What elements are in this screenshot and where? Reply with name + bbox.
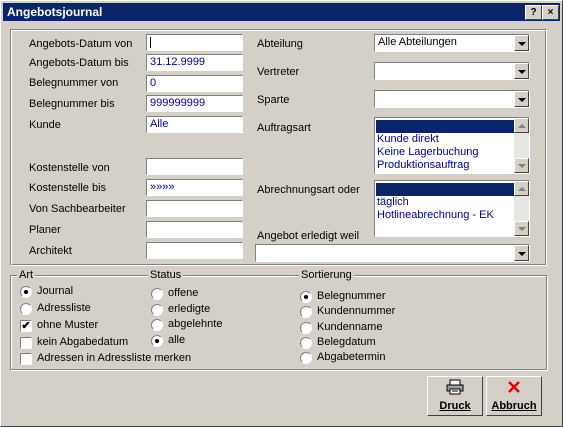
scrollbar[interactable] (514, 118, 529, 173)
erledigt-label: Angebot erledigt weil (257, 230, 360, 242)
erledigt-select[interactable] (255, 244, 530, 262)
art-legend: Art (17, 269, 36, 281)
scrollbar[interactable] (514, 181, 529, 236)
auftragsart-listbox[interactable]: Kunde direkt Keine Lagerbuchung Produkti… (374, 117, 530, 174)
checkbox-ohne-muster[interactable]: ✔ (20, 320, 32, 332)
kostenstelle-bis-label: Kostenstelle bis (29, 182, 107, 194)
adressliste-label: Adressliste (37, 302, 91, 314)
dialog-window: Angebotsjournal ? × Angebots-Datum von A… (0, 0, 563, 427)
journal-label: Journal (37, 285, 74, 297)
kein-abgabedatum-label: kein Abgabedatum (37, 336, 129, 348)
belegnummer-bis-input[interactable]: 999999999 (146, 95, 243, 112)
sparte-label: Sparte (257, 94, 290, 106)
offene-label: offene (168, 287, 199, 299)
list-item[interactable] (376, 120, 515, 133)
title-bar: Angebotsjournal ? × (3, 3, 560, 21)
architekt-input[interactable] (146, 242, 243, 259)
kunde-label: Kunde (29, 119, 61, 131)
radio-offene[interactable] (151, 288, 163, 300)
radio-adressliste[interactable] (20, 303, 32, 315)
radio-kundennummer[interactable] (300, 306, 312, 318)
architekt-label: Architekt (29, 245, 72, 257)
kundenname-label: Kundenname (317, 321, 383, 333)
belegnummer-von-input[interactable]: 0 (146, 75, 243, 92)
list-item[interactable]: Produktionsauftrag (377, 159, 469, 172)
kunde-input[interactable]: Alle (146, 116, 243, 133)
scroll-up-icon[interactable] (514, 118, 529, 133)
abteilung-label: Abteilung (257, 38, 303, 50)
radio-abgelehnte[interactable] (151, 319, 163, 331)
druck-label: Druck (439, 400, 471, 412)
radio-kundenname[interactable] (300, 322, 312, 334)
list-item[interactable]: täglich (377, 196, 409, 209)
chevron-down-icon[interactable] (514, 245, 529, 261)
cancel-x-icon (487, 379, 541, 400)
scroll-down-icon[interactable] (514, 158, 529, 173)
abgabetermin-label: Abgabetermin (317, 351, 386, 363)
printer-icon (428, 379, 482, 400)
vertreter-select[interactable] (374, 62, 530, 80)
list-item[interactable]: Keine Lagerbuchung (377, 146, 479, 159)
datum-von-input[interactable] (146, 34, 243, 51)
status-legend: Status (148, 269, 184, 281)
checkbox-adressen-merken[interactable] (20, 353, 32, 365)
radio-alle[interactable] (151, 335, 163, 347)
abrechnungsart-label: Abrechnungsart oder (257, 184, 360, 196)
radio-abgabetermin[interactable] (300, 352, 312, 364)
datum-bis-label: Angebots-Datum bis (29, 57, 129, 69)
ohne-muster-label: ohne Muster (37, 319, 99, 331)
window-title: Angebotsjournal (7, 5, 103, 19)
kostenstelle-von-label: Kostenstelle von (29, 162, 110, 174)
scroll-down-icon[interactable] (514, 221, 529, 236)
chevron-down-icon[interactable] (514, 91, 529, 107)
list-item[interactable]: Kunde direkt (377, 133, 439, 146)
close-button[interactable]: × (542, 5, 559, 20)
list-item[interactable] (376, 183, 515, 196)
abgelehnte-label: abgelehnte (168, 318, 223, 330)
alle-label: alle (168, 334, 186, 346)
abbruch-button[interactable]: Abbruch (486, 376, 542, 416)
chevron-down-icon[interactable] (514, 63, 529, 79)
druck-button[interactable]: Druck (427, 376, 483, 416)
planer-label: Planer (29, 224, 61, 236)
help-button[interactable]: ? (525, 5, 542, 20)
datum-von-label: Angebots-Datum von (29, 38, 133, 50)
abrechnungsart-listbox[interactable]: täglich Hotlineabrechnung - EK (374, 180, 530, 237)
planer-input[interactable] (146, 221, 243, 238)
erledigte-label: erledigte (168, 303, 211, 315)
scroll-up-icon[interactable] (514, 181, 529, 196)
sortierung-legend: Sortierung (299, 269, 354, 281)
kostenstelle-bis-input[interactable]: »»»» (146, 179, 243, 196)
radio-belegnummer[interactable] (300, 291, 312, 303)
radio-journal[interactable] (20, 286, 32, 298)
belegdatum-label: Belegdatum (317, 336, 376, 348)
sparte-select[interactable] (374, 90, 530, 108)
radio-erledigte[interactable] (151, 304, 163, 316)
belegnummer-bis-label: Belegnummer bis (29, 98, 115, 110)
datum-bis-input[interactable]: 31.12.9999 (146, 54, 243, 71)
abteilung-select[interactable]: Alle Abteilungen (374, 34, 530, 52)
belegnummer-label: Belegnummer (317, 290, 386, 302)
kundennummer-label: Kundennummer (317, 305, 396, 317)
list-item[interactable]: Hotlineabrechnung - EK (377, 209, 494, 222)
sachbearbeiter-label: Von Sachbearbeiter (29, 203, 126, 215)
abbruch-label: Abbruch (491, 400, 537, 412)
auftragsart-label: Auftragsart (257, 122, 311, 134)
adressen-merken-label: Adressen in Adressliste merken (37, 352, 192, 364)
sachbearbeiter-input[interactable] (146, 200, 243, 217)
checkbox-kein-abgabedatum[interactable] (20, 337, 32, 349)
chevron-down-icon[interactable] (514, 35, 529, 51)
kostenstelle-von-input[interactable] (146, 158, 243, 175)
vertreter-label: Vertreter (257, 66, 300, 78)
abteilung-value: Alle Abteilungen (378, 36, 457, 48)
radio-belegdatum[interactable] (300, 337, 312, 349)
belegnummer-von-label: Belegnummer von (29, 77, 119, 89)
